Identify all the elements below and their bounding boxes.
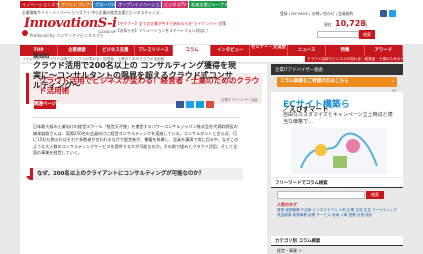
- nav-column[interactable]: コラム: [173, 45, 212, 56]
- free-search-heading: フリーワードでコラム検索: [275, 181, 328, 186]
- article-chapter: 第6回: [33, 53, 50, 60]
- nav-company-search[interactable]: 企業検索: [58, 45, 97, 56]
- site-logo[interactable]: InnovationS-i: [24, 16, 117, 31]
- sidebar-ad[interactable]: ECサイト構築ら ／えびすマート 自由なカスタマイズとキャンペーン立上時ほど適当…: [271, 92, 403, 177]
- divider: [33, 117, 240, 118]
- column-submit-label: コラム執筆をご希望の方はこちら: [280, 79, 349, 84]
- nav-interview[interactable]: インタビュー: [211, 45, 250, 56]
- sidebar-author-name: 企業ITアドバイザー協会: [275, 68, 323, 73]
- main-nav: TOP 企業検索 ビジネス支援 プレスリリース コラム インタビュー セミナー・…: [20, 45, 403, 56]
- nav-business-support[interactable]: ビジネス支援: [97, 45, 135, 56]
- article-body: 日本最大級の士業向けの経営スクール「経営天才塾」を運営するパワーコンサルジャパン…: [33, 124, 239, 156]
- nav-press-release[interactable]: プレスリリース: [135, 45, 174, 56]
- article-card: クラウド活用でビジネスが変わる！経営者・士業のためのクラウド活用術 企業ITアド…: [20, 64, 267, 254]
- google-plus-share-icon[interactable]: [206, 101, 214, 108]
- header-search-input[interactable]: [317, 31, 359, 38]
- facebook-icon[interactable]: [380, 10, 387, 17]
- member-count-unit: 社: [364, 22, 368, 27]
- site-tab-global[interactable]: グローバル: [93, 1, 116, 8]
- twitter-share-icon[interactable]: [186, 101, 194, 108]
- logo-mark-icon: [22, 30, 28, 36]
- hatena-share-icon[interactable]: [196, 101, 204, 108]
- column-search-input[interactable]: [277, 191, 365, 199]
- nav-award[interactable]: アワード: [365, 45, 403, 56]
- popular-tags[interactable]: 運営 経営戦略 IT活用 ビジネスモデル 人材 企業 交流 広告 マーケティング…: [277, 208, 399, 218]
- section-heading: なぜ、200名以上のクライアントにコンサルティングが可能なのか？: [30, 168, 243, 180]
- category-search-heading: カテゴリ別 コラム検索: [275, 239, 321, 244]
- chevron-right-icon: ›: [392, 79, 394, 84]
- column-series-credit: 企業ITアドバイザー協会: [221, 98, 258, 102]
- free-search-header: フリーワードでコラム検索: [271, 178, 403, 188]
- share-icons: [176, 101, 214, 108]
- site-tab-innovations[interactable]: イノベーションズアイ: [20, 1, 64, 8]
- category-item[interactable]: 経営・事業 ＞: [277, 248, 302, 254]
- twitter-icon[interactable]: [389, 10, 396, 17]
- site-tab-entrepreneur[interactable]: アントレプレナー: [59, 1, 94, 8]
- nav-feature[interactable]: 特集: [326, 45, 365, 56]
- member-count-label: 現在: [324, 22, 332, 27]
- site-tab-youth-journal[interactable]: 若者支援ジャーナル: [189, 1, 228, 8]
- site-tab-open-innovation[interactable]: オープンイノベーション: [116, 1, 164, 8]
- related-page-button[interactable]: 関連ページ: [34, 100, 56, 109]
- article-title: クラウド活用で200名以上の コンサルティング獲得を現実に～コンサルタントの限界…: [33, 61, 237, 90]
- ticker-banner[interactable]: クラウド活用でビジネスが変わる！経営者・士業のためのクラウド活用術: [305, 56, 403, 62]
- facebook-share-icon[interactable]: [176, 101, 184, 108]
- header-notice-seminar[interactable]: 【セミナー】全ての企業が今すぐ始めるべき“マイナンバー”対策: [116, 21, 226, 27]
- column-search-button[interactable]: 検索: [366, 191, 384, 199]
- page: イノベーションズアイ アントレプレナー グローバル オープンイノベーション ビジ…: [0, 0, 423, 254]
- header-account-links[interactable]: 登録 | MY PAGE | お問い合わせ | 会員規約: [280, 11, 353, 17]
- logo-subtitle: Produced by フジサンケイビジネスアイ: [30, 33, 104, 38]
- header-search-button[interactable]: 検索: [359, 30, 375, 39]
- ad-text: 自由なカスタマイズとキャンペーン立上時ほど適当な価格で…: [283, 112, 393, 125]
- member-count: 10,728: [335, 19, 366, 28]
- ad-illustration: [291, 128, 387, 174]
- closeup-label: CLOSE UP: [98, 30, 116, 34]
- site-tab-bar: イノベーションズアイ アントレプレナー グローバル オープンイノベーション ビジ…: [0, 0, 423, 8]
- header-notice-info[interactable]: 【お知らせ】ソリューションをスマートフォン対応に！: [116, 28, 211, 34]
- site-tab-business-tv[interactable]: ビジネスTV: [162, 1, 188, 8]
- column-submit-button[interactable]: コラム執筆をご希望の方はこちら ›: [277, 77, 397, 87]
- category-search-header: カテゴリ別 コラム検索: [271, 236, 403, 246]
- nav-news[interactable]: ニュース: [288, 45, 327, 56]
- nav-seminar[interactable]: セミナー・交流会: [250, 45, 289, 56]
